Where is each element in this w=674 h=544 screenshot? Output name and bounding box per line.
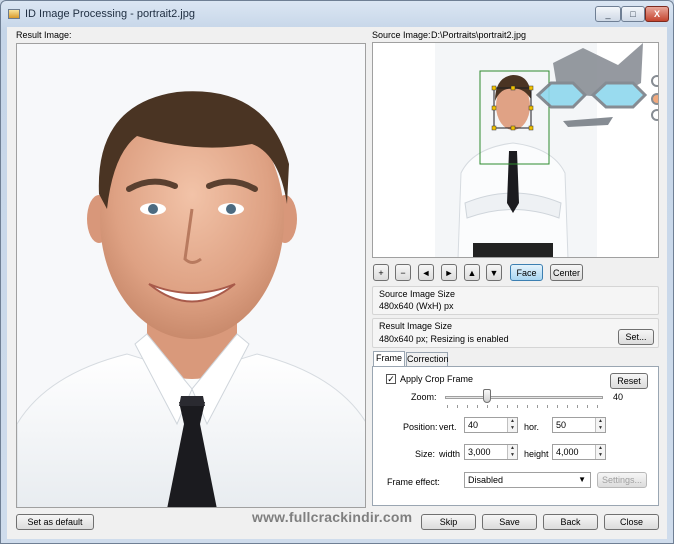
- frame-effect-select[interactable]: Disabled ▼: [464, 472, 591, 488]
- frame-effect-label: Frame effect:: [387, 477, 440, 487]
- height-input[interactable]: 4,000 ▲ ▼: [552, 444, 606, 460]
- result-portrait-photo: [17, 44, 365, 507]
- zoom-slider-ticks: [447, 405, 601, 408]
- move-left-button[interactable]: ◄: [418, 264, 434, 281]
- width-label: width: [439, 449, 461, 459]
- width-input[interactable]: 3,000 ▲ ▼: [464, 444, 518, 460]
- zoom-label: Zoom:: [411, 392, 437, 402]
- source-image-path: D:\Portraits\portrait2.jpg: [431, 30, 527, 40]
- set-as-default-button[interactable]: Set as default: [16, 514, 94, 530]
- hor-label: hor.: [524, 422, 540, 432]
- set-result-size-button[interactable]: Set...: [618, 329, 654, 345]
- chevron-down-icon: ▼: [578, 475, 586, 484]
- reset-button[interactable]: Reset: [610, 373, 648, 389]
- height-label: height: [524, 449, 549, 459]
- source-size-label: Source Image Size: [379, 289, 456, 299]
- source-size-value: 480x640 (WxH) px: [379, 301, 454, 311]
- hor-input[interactable]: 50 ▲ ▼: [552, 417, 606, 433]
- frame-tab-page: ✓ Apply Crop Frame Reset Zoom: 40 Positi…: [372, 366, 659, 506]
- zoom-slider-track: [445, 396, 603, 399]
- hor-value: 50: [556, 420, 567, 430]
- result-image: [16, 43, 366, 508]
- width-value: 3,000: [468, 447, 491, 457]
- hor-spinner[interactable]: ▲ ▼: [595, 418, 605, 432]
- zoom-out-button[interactable]: −: [395, 264, 411, 281]
- window-title: ID Image Processing - portrait2.jpg: [25, 8, 195, 20]
- tab-correction[interactable]: Correction: [406, 352, 449, 367]
- move-down-button[interactable]: ▼: [486, 264, 502, 281]
- app-window: ID Image Processing - portrait2.jpg _ □ …: [0, 0, 674, 544]
- source-portrait-photo: [373, 43, 658, 257]
- vert-input[interactable]: 40 ▲ ▼: [464, 417, 518, 433]
- vert-label: vert.: [439, 422, 457, 432]
- tab-frame[interactable]: Frame: [373, 351, 405, 367]
- move-right-button[interactable]: ►: [441, 264, 457, 281]
- dialog-client-area: Result Image: Source Image: D:\Portraits…: [7, 27, 667, 539]
- zoom-value: 40: [613, 392, 624, 402]
- size-label: Size:: [415, 449, 436, 459]
- result-size-label: Result Image Size: [379, 321, 453, 331]
- width-spinner[interactable]: ▲ ▼: [507, 445, 517, 459]
- close-window-button[interactable]: X: [645, 6, 669, 22]
- vert-value: 40: [468, 420, 479, 430]
- frame-effect-value: Disabled: [468, 475, 504, 485]
- center-button[interactable]: Center: [550, 264, 583, 281]
- app-icon: [8, 9, 20, 19]
- back-button[interactable]: Back: [543, 514, 598, 530]
- close-button[interactable]: Close: [604, 514, 659, 530]
- move-up-button[interactable]: ▲: [464, 264, 480, 281]
- result-image-label: Result Image:: [16, 30, 72, 40]
- source-image[interactable]: [372, 42, 659, 258]
- face-button[interactable]: Face: [510, 264, 543, 281]
- source-size-box: Source Image Size 480x640 (WxH) px: [372, 286, 659, 315]
- settings-button[interactable]: Settings...: [597, 472, 647, 488]
- result-size-box: Result Image Size 480x640 px; Resizing i…: [372, 318, 659, 348]
- position-label: Position:: [403, 422, 438, 432]
- skip-button[interactable]: Skip: [421, 514, 476, 530]
- apply-crop-label[interactable]: Apply Crop Frame: [400, 374, 473, 384]
- height-value: 4,000: [556, 447, 579, 457]
- title-bar[interactable]: ID Image Processing - portrait2.jpg _ □ …: [1, 1, 673, 27]
- apply-crop-checkbox[interactable]: ✓: [386, 374, 396, 384]
- zoom-slider-thumb[interactable]: [483, 389, 491, 403]
- maximize-button[interactable]: □: [621, 6, 645, 22]
- vert-spinner[interactable]: ▲ ▼: [507, 418, 517, 432]
- zoom-in-button[interactable]: +: [373, 264, 389, 281]
- result-size-value: 480x640 px; Resizing is enabled: [379, 334, 509, 344]
- save-button[interactable]: Save: [482, 514, 537, 530]
- source-image-label: Source Image:: [372, 30, 431, 40]
- height-spinner[interactable]: ▲ ▼: [595, 445, 605, 459]
- minimize-button[interactable]: _: [595, 6, 621, 22]
- zoom-slider[interactable]: [445, 389, 603, 409]
- watermark-text: www.fullcrackindir.com: [252, 509, 413, 525]
